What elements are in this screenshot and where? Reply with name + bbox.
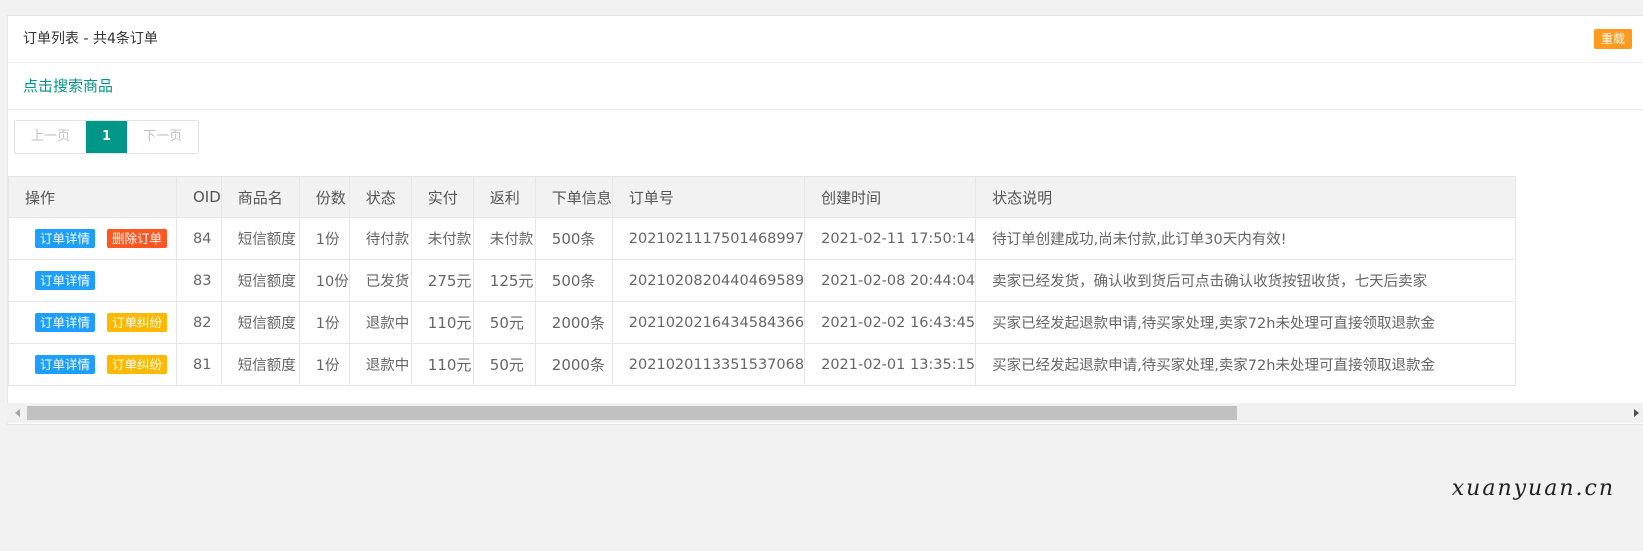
header-rebate[interactable]: 返利 [472, 176, 536, 218]
paid-cell: 275元 [410, 259, 474, 302]
table-row: 订单详情 订单纠纷 81 短信额度 1份 退款中 110元 50元 2000条 2… [8, 343, 1517, 386]
rebate-cell: 未付款 [472, 217, 536, 260]
header-created[interactable]: 创建时间 [804, 176, 977, 218]
horizontal-scrollbar[interactable] [7, 403, 1643, 423]
panel-header: 订单列表 - 共4条订单 重载 [8, 16, 1643, 63]
order-detail-button[interactable]: 订单详情 [35, 271, 96, 290]
paid-cell: 110元 [410, 343, 474, 386]
scroll-left-icon[interactable] [15, 409, 20, 417]
pagination: 上一页 1 下一页 [8, 110, 1643, 176]
order-dispute-button[interactable]: 订单纠纷 [107, 355, 168, 374]
status-cell: 退款中 [348, 301, 412, 344]
qty-cell: 1份 [298, 301, 350, 344]
desc-cell: 买家已经发起退款申请,待买家处理,卖家72h未处理可直接领取退款金 [975, 301, 1517, 344]
desc-cell: 待订单创建成功,尚未付款,此订单30天内有效! [975, 217, 1517, 260]
product-cell: 短信额度 [220, 259, 300, 302]
order-detail-button[interactable]: 订单详情 [35, 229, 96, 248]
header-info[interactable]: 下单信息 [534, 176, 613, 218]
order-list-panel: 订单列表 - 共4条订单 重载 点击搜索商品 上一页 1 下一页 操作 OID … [7, 15, 1643, 425]
created-cell: 2021-02-01 13:35:15 [804, 343, 977, 386]
delete-order-button[interactable]: 删除订单 [107, 229, 168, 248]
oid-cell: 83 [176, 259, 222, 302]
search-products-link[interactable]: 点击搜索商品 [23, 77, 113, 95]
actions-cell: 订单详情 [8, 259, 177, 302]
qty-cell: 1份 [298, 217, 350, 260]
order-no-cell: 2021020216434584366 [611, 301, 806, 344]
qty-cell: 1份 [298, 343, 350, 386]
rebate-cell: 50元 [472, 343, 536, 386]
order-detail-button[interactable]: 订单详情 [35, 313, 96, 332]
scrollbar-thumb[interactable] [27, 406, 1237, 420]
paid-cell: 未付款 [410, 217, 474, 260]
header-actions[interactable]: 操作 [8, 176, 177, 218]
search-row: 点击搜索商品 [8, 63, 1643, 110]
order-no-cell: 2021020820440469589 [611, 259, 806, 302]
created-cell: 2021-02-02 16:43:45 [804, 301, 977, 344]
status-cell: 退款中 [348, 343, 412, 386]
header-oid[interactable]: OID [176, 176, 222, 218]
table-header-row: 操作 OID 商品名 份数 状态 实付 返利 下单信息 订单号 创建时间 状态说… [8, 176, 1517, 218]
desc-cell: 卖家已经发货，确认收到货后可点击确认收货按钮收货，七天后卖家 [975, 259, 1517, 302]
table-row: 订单详情 83 短信额度 10份 已发货 275元 125元 500条 2021… [8, 259, 1517, 302]
header-product[interactable]: 商品名 [220, 176, 300, 218]
oid-cell: 82 [176, 301, 222, 344]
header-status[interactable]: 状态 [348, 176, 412, 218]
product-cell: 短信额度 [220, 301, 300, 344]
next-page-button[interactable]: 下一页 [127, 121, 199, 153]
desc-cell: 买家已经发起退款申请,待买家处理,卖家72h未处理可直接领取退款金 [975, 343, 1517, 386]
actions-cell: 订单详情 订单纠纷 [8, 301, 177, 344]
scroll-right-icon[interactable] [1634, 409, 1639, 417]
watermark: xuanyuan.cn [1451, 476, 1615, 501]
prev-page-button[interactable]: 上一页 [15, 121, 87, 153]
panel-title: 订单列表 - 共4条订单 [23, 31, 158, 47]
reload-button[interactable]: 重载 [1593, 29, 1632, 49]
paid-cell: 110元 [410, 301, 474, 344]
status-cell: 已发货 [348, 259, 412, 302]
oid-cell: 81 [176, 343, 222, 386]
current-page-button[interactable]: 1 [86, 121, 128, 153]
header-paid[interactable]: 实付 [410, 176, 474, 218]
rebate-cell: 50元 [472, 301, 536, 344]
actions-cell: 订单详情 订单纠纷 [8, 343, 177, 386]
actions-cell: 订单详情 删除订单 [8, 217, 177, 260]
rebate-cell: 125元 [472, 259, 536, 302]
created-cell: 2021-02-08 20:44:04 [804, 259, 977, 302]
oid-cell: 84 [176, 217, 222, 260]
product-cell: 短信额度 [220, 343, 300, 386]
order-no-cell: 2021021117501468997 [611, 217, 806, 260]
pagination-controls: 上一页 1 下一页 [14, 120, 200, 154]
orders-table: 操作 OID 商品名 份数 状态 实付 返利 下单信息 订单号 创建时间 状态说… [8, 176, 1517, 386]
header-desc[interactable]: 状态说明 [975, 176, 1517, 218]
order-no-cell: 2021020113351537068 [611, 343, 806, 386]
order-dispute-button[interactable]: 订单纠纷 [107, 313, 168, 332]
info-cell: 2000条 [534, 343, 613, 386]
info-cell: 2000条 [534, 301, 613, 344]
status-cell: 待付款 [348, 217, 412, 260]
table-row: 订单详情 删除订单 84 短信额度 1份 待付款 未付款 未付款 500条 202… [8, 217, 1517, 260]
header-qty[interactable]: 份数 [298, 176, 350, 218]
product-cell: 短信额度 [220, 217, 300, 260]
qty-cell: 10份 [298, 259, 350, 302]
info-cell: 500条 [534, 259, 613, 302]
created-cell: 2021-02-11 17:50:14 [804, 217, 977, 260]
header-order-no[interactable]: 订单号 [611, 176, 806, 218]
table-row: 订单详情 订单纠纷 82 短信额度 1份 退款中 110元 50元 2000条 2… [8, 301, 1517, 344]
info-cell: 500条 [534, 217, 613, 260]
order-detail-button[interactable]: 订单详情 [35, 355, 96, 374]
